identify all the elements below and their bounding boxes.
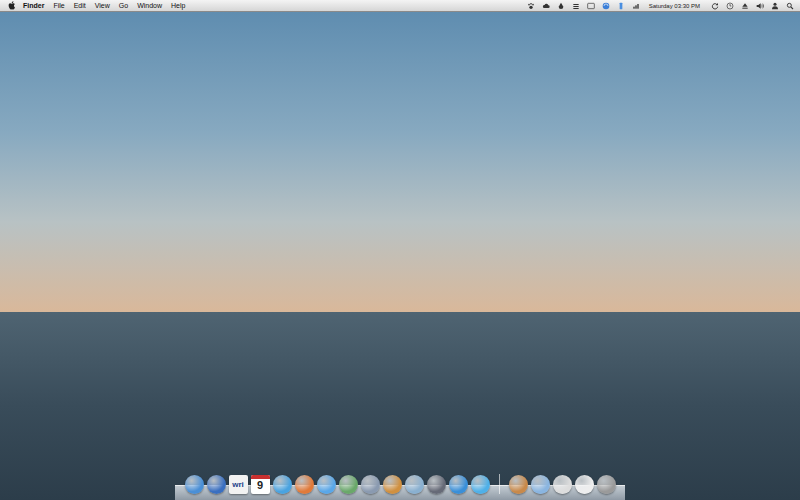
cloud-icon[interactable] xyxy=(542,2,550,10)
eject-icon[interactable] xyxy=(741,2,749,10)
app-icon[interactable] xyxy=(597,475,616,494)
app-icon[interactable] xyxy=(531,475,550,494)
menu-item[interactable]: File xyxy=(53,2,64,9)
app-icon[interactable] xyxy=(449,475,468,494)
menu-item[interactable]: Help xyxy=(171,2,185,9)
app-icon[interactable] xyxy=(273,475,292,494)
drop-icon[interactable] xyxy=(557,2,565,10)
dock-separator xyxy=(499,474,500,494)
menu-item[interactable]: Finder xyxy=(23,2,44,9)
clockface-icon[interactable] xyxy=(726,2,734,10)
apple-icon[interactable] xyxy=(8,1,16,10)
search-icon[interactable] xyxy=(786,2,794,10)
text-icon[interactable] xyxy=(587,2,595,10)
wallpaper: wri 9 xyxy=(0,12,800,500)
app-icon[interactable] xyxy=(427,475,446,494)
app-icon[interactable] xyxy=(207,475,226,494)
wifi-icon[interactable] xyxy=(602,2,610,10)
app-icon[interactable] xyxy=(471,475,490,494)
app-icon[interactable] xyxy=(295,475,314,494)
menu-bar: Finder File Edit View Go Window Help Saturday … xyxy=(0,0,800,12)
app-icon[interactable] xyxy=(317,475,336,494)
app-icon[interactable] xyxy=(361,475,380,494)
paw-icon[interactable] xyxy=(527,2,535,10)
menu-item[interactable]: Window xyxy=(137,2,162,9)
app-icon[interactable] xyxy=(509,475,528,494)
menu-item[interactable]: View xyxy=(95,2,110,9)
wallpaper-water xyxy=(0,312,800,500)
app-icon[interactable] xyxy=(405,475,424,494)
user-icon[interactable] xyxy=(771,2,779,10)
clock[interactable]: Saturday 03:30 PM xyxy=(649,3,700,9)
dock: wri 9 xyxy=(175,468,625,500)
app-icon[interactable] xyxy=(553,475,572,494)
sync-icon[interactable] xyxy=(711,2,719,10)
battery-icon[interactable] xyxy=(617,2,625,10)
menu-item[interactable]: Edit xyxy=(74,2,86,9)
calendar-icon[interactable]: 9 xyxy=(251,475,270,494)
document-app-icon[interactable]: wri xyxy=(229,475,248,494)
wallpaper-sky xyxy=(0,12,800,312)
app-icon[interactable] xyxy=(575,475,594,494)
app-icon[interactable] xyxy=(383,475,402,494)
app-icon[interactable] xyxy=(339,475,358,494)
volume-icon[interactable] xyxy=(756,2,764,10)
app-icon[interactable] xyxy=(185,475,204,494)
desktop: Finder File Edit View Go Window Help Saturday … xyxy=(0,0,800,500)
menu-item[interactable]: Go xyxy=(119,2,128,9)
signal-icon[interactable] xyxy=(632,2,640,10)
bars-icon[interactable] xyxy=(572,2,580,10)
